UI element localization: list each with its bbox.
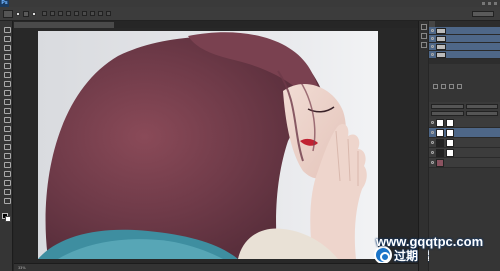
path-select-tool-icon[interactable] <box>2 169 11 177</box>
workspace-dropdown[interactable] <box>472 10 494 17</box>
channel-row[interactable] <box>429 35 500 43</box>
history-brush-tool-icon[interactable] <box>2 106 11 114</box>
menu-bar: Ps <box>0 0 500 7</box>
layer-options <box>429 102 500 118</box>
status-bar: 33% <box>14 263 418 271</box>
minimize-icon[interactable] <box>482 2 485 5</box>
layer-row[interactable] <box>429 128 500 138</box>
layer-mask-thumbnail <box>446 128 454 137</box>
canvas-area[interactable]: 过期罐头电脑论坛 <box>14 28 490 264</box>
zoom-tool-icon[interactable] <box>2 196 11 204</box>
layer-mask-thumbnail <box>446 138 454 147</box>
layer-thumbnail <box>436 128 444 137</box>
shape-tool-icon[interactable] <box>2 178 11 186</box>
eye-icon[interactable] <box>431 141 434 144</box>
auto-select-dropdown[interactable] <box>23 10 29 17</box>
transform-controls-checkbox[interactable] <box>32 11 36 16</box>
layer-thumbnail <box>436 148 444 157</box>
lasso-tool-icon[interactable] <box>2 43 11 51</box>
distribute-button[interactable] <box>90 11 95 16</box>
brush-tool-icon[interactable] <box>2 88 11 96</box>
layer-thumbnail <box>436 138 444 147</box>
eye-icon[interactable] <box>431 37 434 40</box>
photoshop-logo-icon: Ps <box>0 0 9 7</box>
channel-thumbnail <box>436 43 446 50</box>
eye-icon[interactable] <box>431 161 434 164</box>
move-tool-icon[interactable] <box>2 25 11 33</box>
adjustments-panel <box>429 64 500 102</box>
channel-row[interactable] <box>429 27 500 35</box>
exposure-icon[interactable] <box>457 84 462 89</box>
curves-icon[interactable] <box>449 84 454 89</box>
marquee-tool-icon[interactable] <box>2 34 11 42</box>
background-color-swatch[interactable] <box>5 216 11 222</box>
channel-row[interactable] <box>429 43 500 51</box>
lock-buttons[interactable] <box>431 111 464 116</box>
fill-field[interactable] <box>465 111 498 116</box>
blur-tool-icon[interactable] <box>2 133 11 141</box>
channel-thumbnail <box>436 51 446 58</box>
maximize-icon[interactable] <box>488 2 491 5</box>
healing-brush-tool-icon[interactable] <box>2 79 11 87</box>
levels-icon[interactable] <box>441 84 446 89</box>
layer-row[interactable] <box>429 118 500 128</box>
layer-thumbnail <box>436 118 444 127</box>
layer-thumbnail <box>436 158 444 167</box>
eye-icon[interactable] <box>431 151 434 154</box>
options-bar <box>0 7 500 21</box>
dodge-tool-icon[interactable] <box>2 142 11 150</box>
properties-panel-icon[interactable] <box>420 33 427 39</box>
watermark-url: www.gqqtpc.com <box>376 234 484 249</box>
layer-row[interactable] <box>429 138 500 148</box>
align-button[interactable] <box>74 11 79 16</box>
align-button[interactable] <box>66 11 71 16</box>
eraser-tool-icon[interactable] <box>2 115 11 123</box>
auto-select-checkbox[interactable] <box>16 11 20 16</box>
tools-panel <box>0 21 13 271</box>
close-icon[interactable] <box>494 2 497 5</box>
eyedropper-tool-icon[interactable] <box>2 70 11 78</box>
channel-row[interactable] <box>429 51 500 59</box>
gradient-tool-icon[interactable] <box>2 124 11 132</box>
layer-mask-thumbnail <box>446 148 454 157</box>
clone-stamp-tool-icon[interactable] <box>2 97 11 105</box>
hand-tool-icon[interactable] <box>2 187 11 195</box>
layer-mask-thumbnail <box>446 118 454 127</box>
blend-mode-dropdown[interactable] <box>431 104 464 109</box>
layer-row[interactable] <box>429 158 500 168</box>
crop-tool-icon[interactable] <box>2 61 11 69</box>
align-button[interactable] <box>50 11 55 16</box>
channel-thumbnail <box>436 27 446 34</box>
window-controls <box>482 2 500 5</box>
tab-paths[interactable] <box>441 21 447 27</box>
info-panel-icon[interactable] <box>420 42 427 48</box>
eye-icon[interactable] <box>431 45 434 48</box>
channel-thumbnail <box>436 35 446 42</box>
brightness-icon[interactable] <box>433 84 438 89</box>
tool-preset-button[interactable] <box>3 9 13 18</box>
opacity-field[interactable] <box>465 104 498 109</box>
portrait-photo <box>38 31 378 259</box>
type-tool-icon[interactable] <box>2 160 11 168</box>
adjustment-icons <box>433 84 462 89</box>
align-button[interactable] <box>82 11 87 16</box>
quick-select-tool-icon[interactable] <box>2 52 11 60</box>
eye-icon[interactable] <box>431 29 434 32</box>
distribute-button[interactable] <box>106 11 111 16</box>
pen-tool-icon[interactable] <box>2 151 11 159</box>
zoom-level[interactable]: 33% <box>18 266 26 270</box>
distribute-button[interactable] <box>98 11 103 16</box>
history-panel-icon[interactable] <box>420 24 427 30</box>
eye-icon[interactable] <box>431 53 434 56</box>
align-button[interactable] <box>58 11 63 16</box>
eye-icon[interactable] <box>431 131 434 134</box>
align-button[interactable] <box>42 11 47 16</box>
eye-icon[interactable] <box>431 121 434 124</box>
layer-row[interactable] <box>429 148 500 158</box>
photoshop-window: Ps 33% www.gqqtpc.com <box>0 0 500 271</box>
photo-canvas[interactable] <box>38 31 378 259</box>
